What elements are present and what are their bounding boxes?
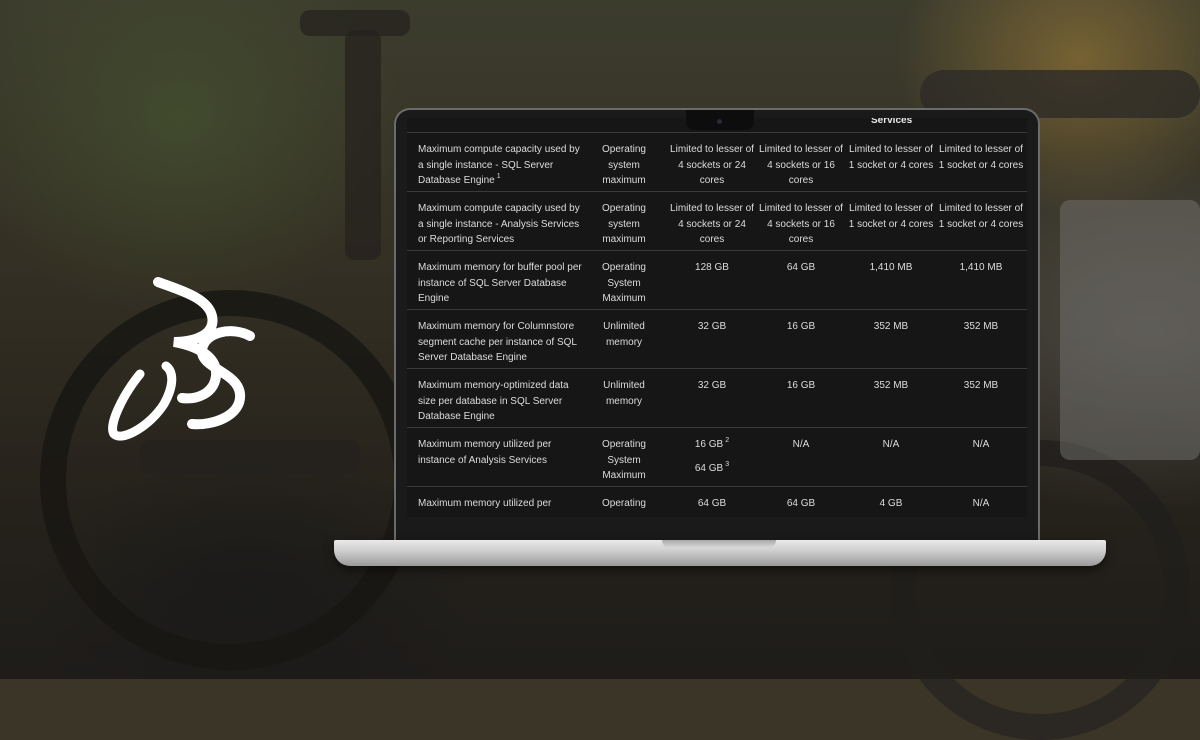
feature-comparison-table: Services Maximum compute capacity used b… (407, 118, 1027, 517)
value-cell: Limited to lesser of 1 socket or 4 cores (848, 144, 934, 171)
table-row: Maximum compute capacity used by a singl… (407, 133, 1027, 192)
feature-cell: Maximum compute capacity used by a singl… (418, 203, 580, 245)
value-cell: 64 GB (786, 498, 816, 509)
value-cell: Operating system maximum (602, 203, 646, 245)
footnote-marker: 2 (725, 437, 730, 444)
value-cell: 32 GB (697, 321, 727, 332)
value-cell: 64 GB (697, 498, 727, 509)
value-cell: 352 MB (963, 321, 999, 332)
value-cell: N/A (972, 498, 990, 509)
value-cell: 16 GB (786, 321, 816, 332)
feature-cell: Maximum memory-optimized data size per d… (418, 380, 569, 422)
value-cell: 32 GB (697, 380, 727, 391)
value-cell: Operating system maximum (602, 144, 646, 186)
value-cell: N/A (882, 439, 900, 450)
feature-cell: Maximum memory for buffer pool per insta… (418, 262, 582, 304)
table-row: Maximum compute capacity used by a singl… (407, 192, 1027, 251)
value-cell: 64 GB (786, 262, 816, 273)
value-cell: N/A (792, 439, 810, 450)
value-cell: Operating (602, 498, 646, 509)
value-cell: 352 MB (873, 321, 909, 332)
table-row: Maximum memory for Columnstore segment c… (407, 310, 1027, 369)
value-cell: Limited to lesser of 4 sockets or 16 cor… (759, 144, 843, 186)
value-cell: Limited to lesser of 1 socket or 4 cores (938, 144, 1024, 171)
table-row: Maximum memory utilized per Operating 64… (407, 487, 1027, 517)
feature-cell: Maximum compute capacity used by a singl… (418, 144, 580, 186)
3ds-logo-icon (108, 277, 255, 441)
footnote-marker: 1 (496, 173, 501, 180)
camera-icon (717, 119, 722, 124)
value-cell: Operating System Maximum (602, 262, 646, 304)
value-cell: 16 GB 2 64 GB 3 (694, 437, 730, 474)
feature-cell: Maximum memory for Columnstore segment c… (418, 321, 577, 363)
header-label: Services (871, 118, 913, 126)
value-cell: 352 MB (873, 380, 909, 391)
value-cell: Limited to lesser of 4 sockets or 16 cor… (759, 203, 843, 245)
value-cell: 128 GB (695, 262, 729, 273)
value-cell: 4 GB (879, 498, 903, 509)
table-row: Maximum memory-optimized data size per d… (407, 369, 1027, 428)
value-cell: Operating System Maximum (602, 439, 646, 481)
value-cell: N/A (972, 439, 990, 450)
feature-cell: Maximum memory utilized per (418, 498, 552, 509)
value-cell: 16 GB (786, 380, 816, 391)
value-cell: Limited to lesser of 1 socket or 4 cores (938, 203, 1024, 230)
value-cell: Limited to lesser of 4 sockets or 24 cor… (670, 144, 754, 186)
feature-cell: Maximum memory utilized per instance of … (418, 439, 552, 466)
table-row: Maximum memory for buffer pool per insta… (407, 251, 1027, 310)
laptop-screen: Services Maximum compute capacity used b… (407, 118, 1027, 517)
value-cell: 1,410 MB (869, 262, 913, 273)
value-cell: Limited to lesser of 1 socket or 4 cores (848, 203, 934, 230)
value-cell: Unlimited memory (603, 321, 645, 348)
value-cell: Limited to lesser of 4 sockets or 24 cor… (670, 203, 754, 245)
value-cell: 352 MB (963, 380, 999, 391)
value-cell: 1,410 MB (959, 262, 1003, 273)
footnote-marker: 3 (725, 460, 730, 468)
laptop-opening-notch (662, 540, 776, 548)
value-cell: Unlimited memory (603, 380, 645, 407)
table-row: Maximum memory utilized per instance of … (407, 428, 1027, 487)
